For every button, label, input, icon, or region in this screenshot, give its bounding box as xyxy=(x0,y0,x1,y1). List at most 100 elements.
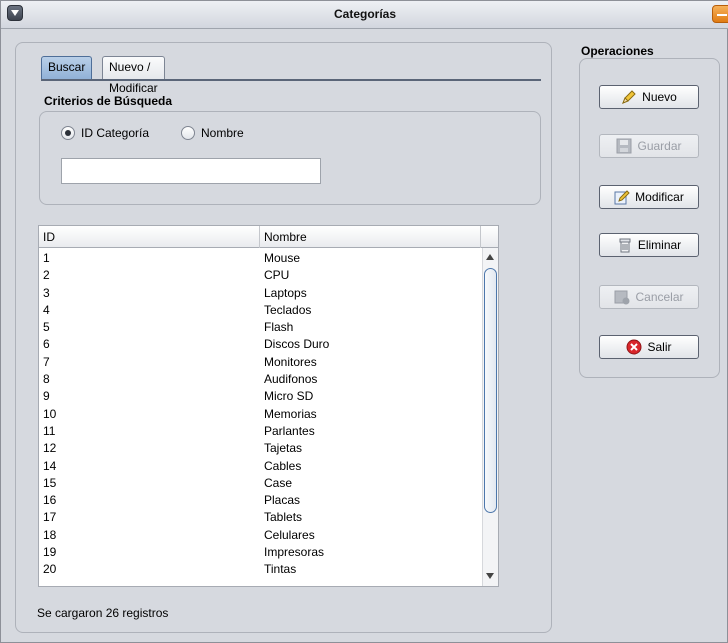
cell-nombre: Laptops xyxy=(264,285,307,300)
column-header-nombre[interactable]: Nombre xyxy=(260,226,481,248)
table-row[interactable]: 3 Laptops xyxy=(39,285,481,302)
cell-nombre: Tintas xyxy=(264,562,297,577)
table-row[interactable]: 19 Impresoras xyxy=(39,544,481,561)
cell-id: 19 xyxy=(43,545,57,560)
cell-id: 8 xyxy=(43,372,50,387)
table-row[interactable]: 9 Micro SD xyxy=(39,388,481,405)
categorias-window: Categorías Buscar Nuevo / Modificar Crit… xyxy=(0,0,728,643)
cell-id: 18 xyxy=(43,527,57,542)
pencil-icon xyxy=(621,89,637,105)
cell-id: 1 xyxy=(43,251,50,265)
cell-id: 3 xyxy=(43,285,50,300)
cell-id: 17 xyxy=(43,510,57,525)
vertical-scrollbar[interactable] xyxy=(482,248,498,586)
cell-nombre: Monitores xyxy=(264,354,317,369)
cancelar-button-label: Cancelar xyxy=(635,290,684,304)
cell-id: 15 xyxy=(43,475,57,490)
cell-nombre: Impresoras xyxy=(264,545,325,560)
cell-nombre: Parlantes xyxy=(264,423,315,438)
cell-id: 11 xyxy=(43,423,56,438)
guardar-button[interactable]: Guardar xyxy=(599,134,699,158)
search-input[interactable] xyxy=(61,158,321,184)
delete-icon xyxy=(617,237,633,253)
table-row[interactable]: 6 Discos Duro xyxy=(39,336,481,353)
table-row[interactable]: 4 Teclados xyxy=(39,302,481,319)
table-row[interactable]: 14 Cables xyxy=(39,458,481,475)
cell-nombre: Flash xyxy=(264,320,294,335)
tab-buscar[interactable]: Buscar xyxy=(41,56,93,80)
radio-unchecked-icon[interactable] xyxy=(181,126,195,140)
operations-title: Operaciones xyxy=(581,44,654,58)
tab-nuevo-modificar[interactable]: Nuevo / Modificar xyxy=(102,56,165,95)
table-row[interactable]: 20 Tintas xyxy=(39,561,481,578)
search-criteria-title: Criterios de Búsqueda xyxy=(44,94,173,108)
table-row[interactable]: 17 Tablets xyxy=(39,509,481,526)
categories-table: ID Nombre 1 Mouse 2 CPU 3 Laptops 4 Teclados 5 Fl… xyxy=(38,225,499,587)
cell-id: 12 xyxy=(43,441,57,456)
table-header: ID Nombre xyxy=(39,226,498,248)
cell-nombre: Teclados xyxy=(264,302,312,317)
scroll-up-icon[interactable] xyxy=(486,254,494,260)
table-row[interactable]: 8 Audifonos xyxy=(39,371,481,388)
modificar-button-label: Modificar xyxy=(635,190,684,204)
cell-id: 16 xyxy=(43,493,57,508)
cell-id: 6 xyxy=(43,337,50,352)
table-row[interactable]: 10 Memorias xyxy=(39,406,481,423)
column-header-id[interactable]: ID xyxy=(39,226,260,248)
cell-nombre: Case xyxy=(264,475,293,490)
table-row[interactable]: 5 Flash xyxy=(39,319,481,336)
cancel-icon xyxy=(614,289,630,305)
table-row[interactable]: 1 Mouse xyxy=(39,250,481,267)
guardar-button-label: Guardar xyxy=(637,139,682,153)
cell-nombre: Audifonos xyxy=(264,372,318,387)
status-text: Se cargaron 26 registros xyxy=(37,606,169,620)
table-row[interactable]: 18 Celulares xyxy=(39,527,481,544)
close-icon xyxy=(626,339,642,355)
eliminar-button[interactable]: Eliminar xyxy=(599,233,699,257)
scroll-down-icon[interactable] xyxy=(486,573,494,579)
nuevo-button-label: Nuevo xyxy=(642,90,677,104)
cell-id: 7 xyxy=(43,354,50,369)
radio-nombre[interactable]: Nombre xyxy=(181,125,244,141)
cell-nombre: Tajetas xyxy=(264,441,303,456)
cancelar-button[interactable]: Cancelar xyxy=(599,285,699,309)
minimize-button[interactable] xyxy=(712,5,728,23)
save-icon xyxy=(616,138,632,154)
table-row[interactable]: 12 Tajetas xyxy=(39,440,481,457)
nuevo-button[interactable]: Nuevo xyxy=(599,85,699,109)
table-row[interactable]: 11 Parlantes xyxy=(39,423,481,440)
table-body: 1 Mouse 2 CPU 3 Laptops 4 Teclados 5 Flash 6 Discos… xyxy=(39,250,481,579)
table-row[interactable]: 16 Placas xyxy=(39,492,481,509)
radio-id-categoria-label: ID Categoría xyxy=(81,126,150,140)
cell-id: 5 xyxy=(43,320,50,335)
cell-nombre: Cables xyxy=(264,458,302,473)
cell-nombre: Micro SD xyxy=(264,389,314,404)
cell-id: 10 xyxy=(43,406,57,421)
cell-nombre: Discos Duro xyxy=(264,337,330,352)
cell-id: 14 xyxy=(43,458,57,473)
window-title: Categorías xyxy=(333,7,397,21)
cell-nombre: Tablets xyxy=(264,510,303,525)
cell-nombre: Celulares xyxy=(264,527,315,542)
cell-id: 20 xyxy=(43,562,57,577)
salir-button[interactable]: Salir xyxy=(599,335,699,359)
scroll-thumb[interactable] xyxy=(484,268,497,513)
table-row[interactable]: 7 Monitores xyxy=(39,354,481,371)
cell-nombre: Memorias xyxy=(264,406,317,421)
radio-nombre-label: Nombre xyxy=(201,126,244,140)
radio-checked-icon[interactable] xyxy=(61,126,75,140)
radio-id-categoria[interactable]: ID Categoría xyxy=(61,125,149,141)
cell-nombre: Mouse xyxy=(264,251,301,265)
table-row[interactable]: 15 Case xyxy=(39,475,481,492)
modificar-button[interactable]: Modificar xyxy=(599,185,699,209)
cell-id: 4 xyxy=(43,302,50,317)
cell-nombre: CPU xyxy=(264,268,290,283)
cell-nombre: Placas xyxy=(264,493,301,508)
edit-icon xyxy=(614,189,630,205)
cell-id: 2 xyxy=(43,268,50,283)
eliminar-button-label: Eliminar xyxy=(637,238,682,252)
salir-button-label: Salir xyxy=(647,340,672,354)
tab-divider xyxy=(41,79,541,81)
cell-id: 9 xyxy=(43,389,50,404)
table-row[interactable]: 2 CPU xyxy=(39,267,481,284)
